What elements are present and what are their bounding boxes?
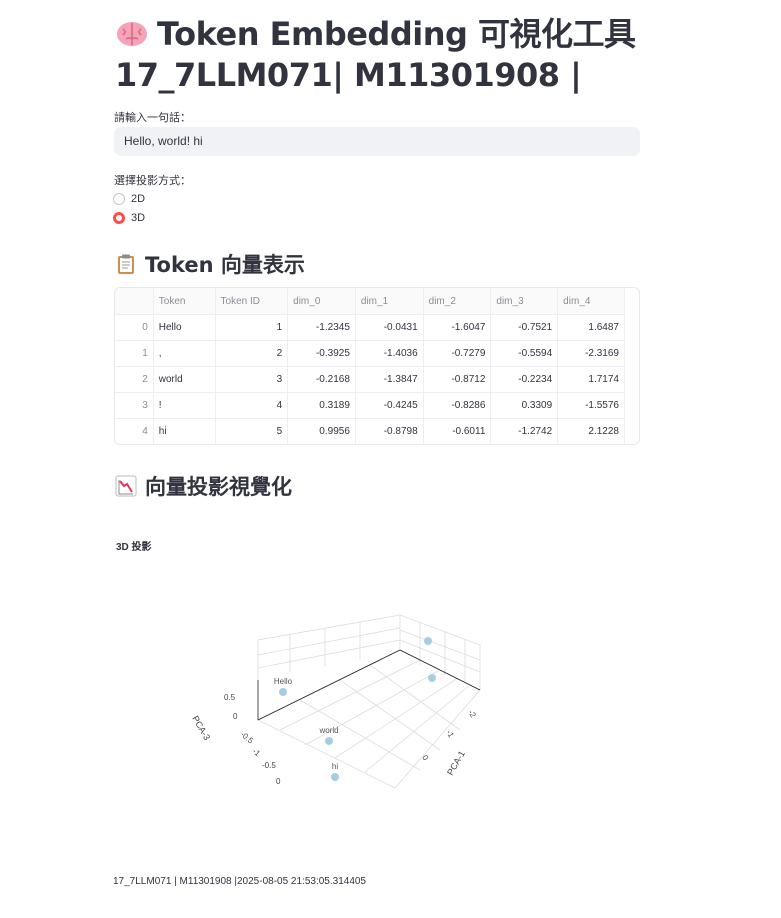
- z-tick: 0: [233, 712, 238, 721]
- z-tick: 0.5: [224, 693, 236, 702]
- z-tick: 0: [276, 777, 281, 786]
- z-axis-ticks: 0.5 0 -0.5 -1 -0.5 0: [224, 693, 281, 786]
- plot-grid: [257, 614, 481, 789]
- scatter-point[interactable]: [279, 688, 287, 696]
- point-label: hi: [332, 762, 338, 771]
- z-axis-label: PCA-3: [190, 714, 212, 742]
- x-tick: 0: [420, 754, 430, 763]
- x-axis-label: PCA-1: [445, 749, 467, 777]
- footer-text: 17_7LLM071 | M11301908 |2025-08-05 21:53…: [113, 876, 366, 887]
- scatter-points[interactable]: Hello world hi: [274, 637, 436, 781]
- x-axis-ticks: -2 -1 0: [420, 709, 478, 763]
- point-label: world: [318, 726, 338, 735]
- projection-3d-plot[interactable]: Helloworldhi 0.5 0 -0.5 -1 -0.5 0 PCA-3 …: [0, 0, 781, 918]
- scatter-point[interactable]: [428, 674, 436, 682]
- scatter-point[interactable]: [325, 737, 333, 745]
- x-tick: -1: [444, 729, 456, 740]
- z-tick: -0.5: [239, 730, 256, 746]
- point-label: Hello: [274, 677, 293, 686]
- scatter-point[interactable]: [424, 637, 432, 645]
- scatter-point[interactable]: [331, 773, 339, 781]
- x-tick: -2: [466, 709, 478, 720]
- z-tick: -0.5: [262, 761, 276, 770]
- z-tick: -1: [251, 747, 263, 759]
